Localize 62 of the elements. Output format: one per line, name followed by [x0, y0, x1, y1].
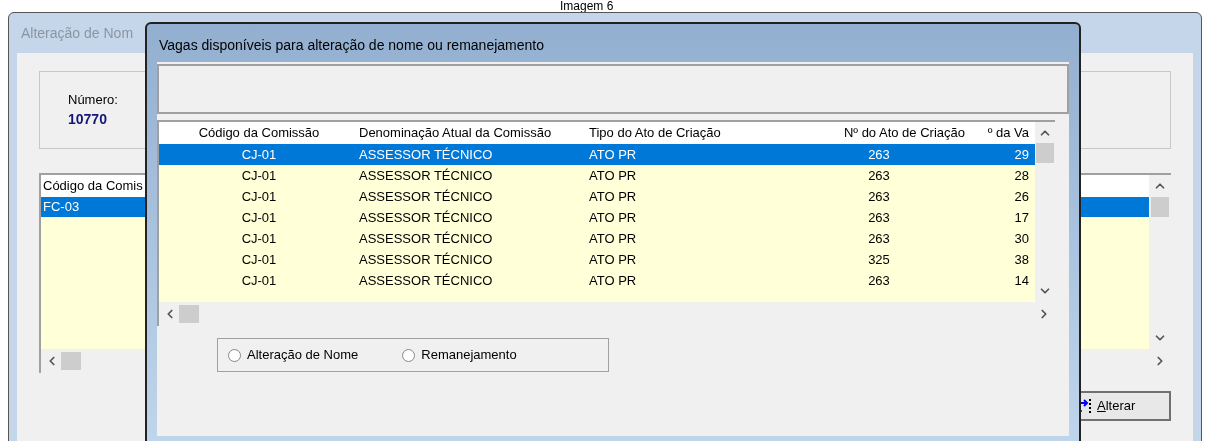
caption: Imagem 6 — [560, 0, 614, 12]
list-cell-text: FC-03 — [43, 198, 80, 217]
grid-cell-text: CJ-01 — [240, 208, 278, 227]
grid-row[interactable]: CJ-01 ASSESSOR TÉCNICO ATO PR 263 26 — [159, 186, 1035, 207]
column-header[interactable]: º da Va — [969, 123, 1029, 143]
scroll-thumb[interactable] — [1036, 143, 1054, 163]
window-title: Alteração de Nom — [21, 23, 134, 43]
column-header[interactable]: Denominação Atual da Comissão — [359, 123, 589, 143]
grid-cell-text: CJ-01 — [240, 250, 278, 269]
grid-cell-text: 17 — [1013, 208, 1029, 227]
number-value: 10770 — [68, 110, 107, 130]
column-header[interactable]: Código da Comissão — [159, 123, 359, 143]
radio-button[interactable] — [402, 348, 416, 362]
radio-option[interactable]: Alteração de Nome — [228, 345, 359, 365]
grid-cell-text: CJ-01 — [240, 166, 278, 185]
grid-cell-text: 263 — [867, 229, 891, 248]
grid-cell-text: 29 — [1013, 145, 1029, 164]
grid-cell-text: ATO PR — [589, 145, 638, 164]
grid-cell-text: ATO PR — [589, 166, 638, 185]
grid-cell-text: ATO PR — [589, 187, 638, 206]
grid-cell-text: ATO PR — [589, 229, 638, 248]
grid-cell-text: CJ-01 — [240, 145, 278, 164]
grid-cell-text: ASSESSOR TÉCNICO — [359, 166, 494, 185]
grid-cell-text: ASSESSOR TÉCNICO — [359, 187, 494, 206]
grid-cell-text: ASSESSOR TÉCNICO — [359, 208, 494, 227]
grid-cell-text: ASSESSOR TÉCNICO — [359, 229, 494, 248]
scroll-thumb[interactable] — [179, 305, 199, 323]
grid-cell-text: 30 — [1013, 229, 1029, 248]
grid-row[interactable]: CJ-01 ASSESSOR TÉCNICO ATO PR 263 28 — [159, 165, 1035, 186]
number-label: Número: — [68, 90, 118, 109]
grid-cell-text: 14 — [1013, 271, 1029, 290]
grid-cell-text: ASSESSOR TÉCNICO — [359, 145, 494, 164]
grid-cell-text: 263 — [867, 271, 891, 290]
dialog-title: Vagas disponíveis para alteração de nome ou remanejamento — [159, 36, 544, 55]
grid-cell-text: 263 — [867, 187, 891, 206]
grid-cell-text: ASSESSOR TÉCNICO — [359, 250, 494, 269]
scroll-thumb[interactable] — [61, 352, 81, 370]
grid-cell-text: 26 — [1013, 187, 1029, 206]
grid-cell-text: 325 — [867, 250, 891, 269]
grid-cell-text: 38 — [1013, 250, 1029, 269]
column-header[interactable]: Nº do Ato de Criação — [789, 123, 969, 143]
scroll-thumb[interactable] — [1151, 197, 1169, 217]
grid-cell-text: CJ-01 — [240, 187, 278, 206]
grid-cell-text: ATO PR — [589, 250, 638, 269]
grid-row[interactable]: CJ-01 ASSESSOR TÉCNICO ATO PR 263 30 — [159, 228, 1035, 249]
grid-cell-text: 263 — [867, 166, 891, 185]
grid-cell-text: 28 — [1013, 166, 1029, 185]
grid-row[interactable]: CJ-01 ASSESSOR TÉCNICO ATO PR 263 29 — [159, 144, 1035, 165]
column-header[interactable]: Código da Comis — [41, 176, 145, 196]
grid-cell-text: ATO PR — [589, 271, 638, 290]
grid-cell-text: 263 — [867, 208, 891, 227]
grid-cell-text: ASSESSOR TÉCNICO — [359, 271, 494, 290]
radio-button[interactable] — [228, 348, 241, 362]
grid-row[interactable]: CJ-01 ASSESSOR TÉCNICO ATO PR 263 14 — [159, 270, 1035, 291]
grid-cell-text: ATO PR — [589, 208, 638, 227]
column-header[interactable]: Tipo do Ato de Criação — [589, 123, 789, 143]
grid-row[interactable]: CJ-01 ASSESSOR TÉCNICO ATO PR 325 38 — [159, 249, 1035, 270]
grid-cell-text: CJ-01 — [240, 229, 278, 248]
grid-row[interactable]: CJ-01 ASSESSOR TÉCNICO ATO PR 263 17 — [159, 207, 1035, 228]
grid-cell-text: CJ-01 — [240, 271, 278, 290]
radio-option[interactable]: Remanejamento — [402, 345, 517, 365]
grid-cell-text: 263 — [867, 145, 891, 164]
